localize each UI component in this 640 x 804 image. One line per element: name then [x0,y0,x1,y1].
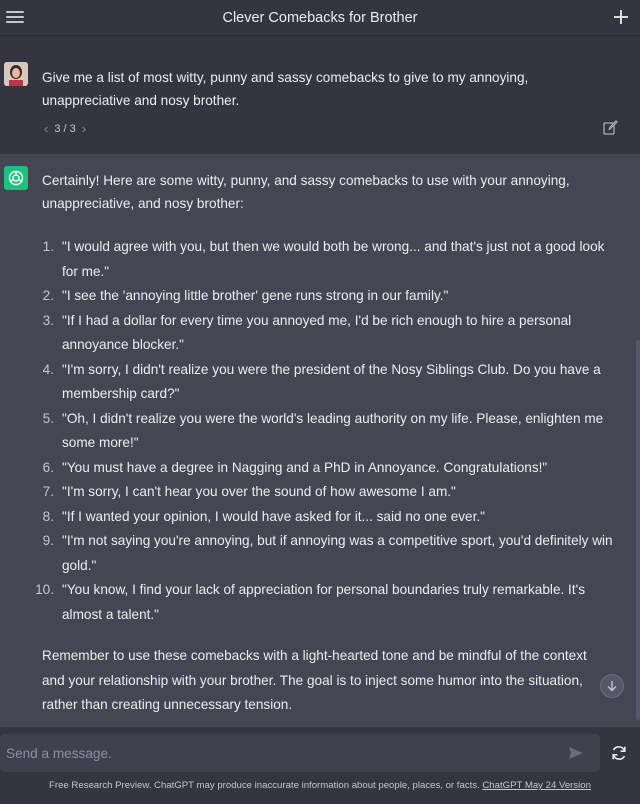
assistant-outro-text: Remember to use these comebacks with a l… [42,648,587,712]
chatgpt-logo-icon [4,166,28,190]
list-item: 2. "I see the 'annoying little brother' g… [42,288,449,303]
footer-disclaimer: Free Research Preview. ChatGPT may produ… [0,780,640,791]
list-item: 3. "If I had a dollar for every time you … [42,312,572,353]
response-pager: ‹ 3 / 3 › [44,121,86,136]
pager-label: 3 / 3 [54,122,76,135]
list-item: 7. "I'm sorry, I can't hear you over the … [42,484,456,499]
scrollbar[interactable] [636,340,640,720]
version-link[interactable]: ChatGPT May 24 Version [482,780,591,791]
top-bar: Clever Comebacks for Brother [0,0,640,36]
user-avatar [4,62,28,86]
send-icon[interactable] [568,745,584,761]
list-item: 4. "I'm sorry, I didn't realize you were … [42,361,601,402]
comebacks-list: 1. "I would agree with you, but then we w… [30,235,620,627]
plus-icon[interactable] [612,8,630,26]
footer-text: Free Research Preview. ChatGPT may produ… [49,780,483,791]
list-item: 10. "You know, I find your lack of apprec… [35,582,586,622]
conversation-title: Clever Comebacks for Brother [222,9,418,26]
user-message: Give me a list of most witty, punny and … [0,48,640,154]
message-composer [0,734,600,772]
assistant-message: Certainly! Here are some witty, punny, a… [0,154,640,727]
scroll-to-bottom-button[interactable] [600,674,624,698]
user-message-text: Give me a list of most witty, punny and … [42,70,529,108]
edit-icon[interactable] [602,120,618,136]
message-input[interactable] [0,734,560,772]
menu-icon[interactable] [6,8,26,28]
list-item: 1. "I would agree with you, but then we w… [42,239,605,279]
arrow-down-icon [607,681,617,692]
list-item: 6. "You must have a degree in Nagging and… [42,459,548,475]
list-item: 5. "Oh, I didn't realize you were the wor… [42,410,604,451]
assistant-intro-text: Certainly! Here are some witty, punny, a… [42,173,570,211]
list-item: 9. "I'm not saying you're annoying, but i… [42,533,613,573]
regenerate-icon[interactable] [610,744,628,762]
chevron-right-icon[interactable]: › [82,121,86,136]
chevron-left-icon[interactable]: ‹ [44,121,48,136]
list-item: 8. "If I wanted your opinion, I would hav… [42,508,485,524]
